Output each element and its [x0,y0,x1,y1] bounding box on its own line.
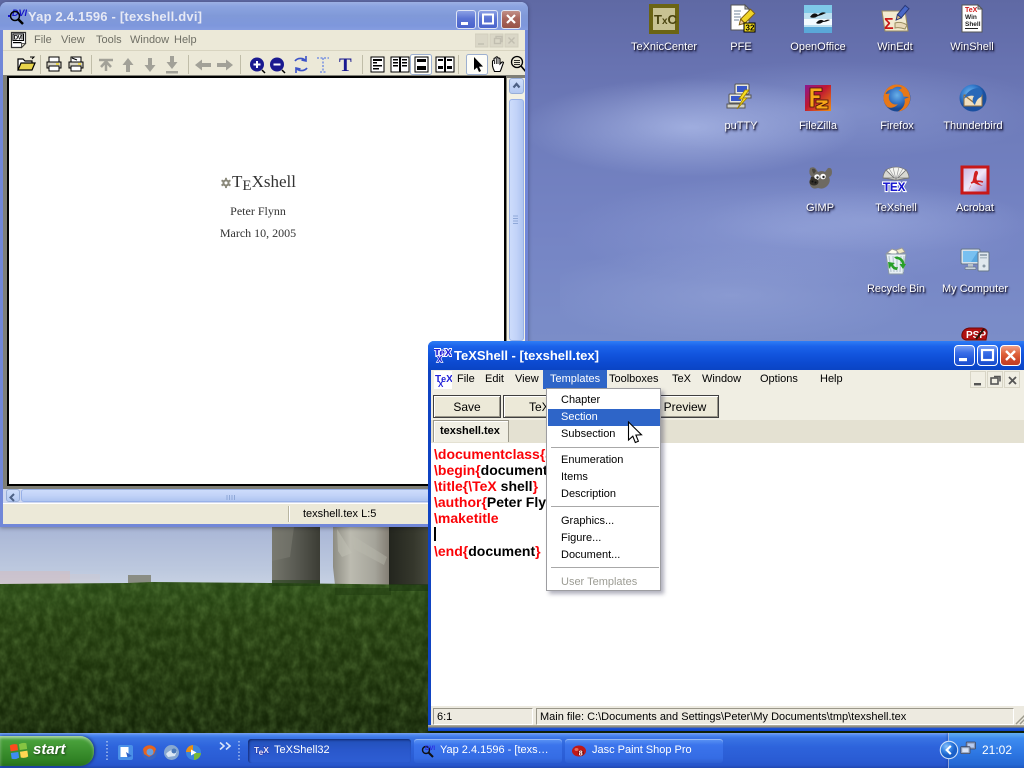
svg-text:32: 32 [746,24,755,33]
svg-text:X: X [437,355,443,364]
svg-text:DVI: DVI [14,36,23,42]
svg-text:Shell: Shell [965,21,981,28]
svg-text:DVI: DVI [425,746,435,752]
svg-text:TeX: TeX [965,7,978,14]
svg-text:X: X [438,380,444,389]
svg-text:T: T [339,55,352,76]
svg-text:TeX: TeX [254,745,269,757]
svg-text:Σ: Σ [884,16,894,33]
svg-text:PSP: PSP [966,330,986,341]
svg-text:8: 8 [579,751,583,758]
svg-text:TEX: TEX [883,182,906,194]
svg-text:Win: Win [965,14,977,21]
